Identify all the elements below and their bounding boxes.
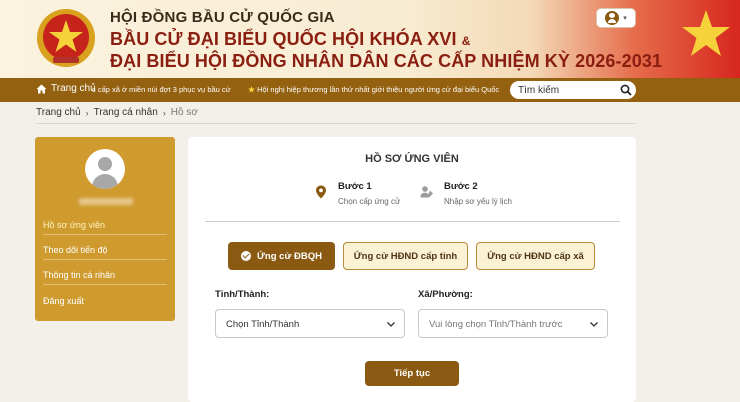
tab-commune-council[interactable]: Ứng cử HĐND cấp xã [476, 242, 595, 270]
step-1-subtitle: Chọn cấp ứng cử [338, 197, 401, 206]
province-select[interactable]: Chọn Tỉnh/Thành [215, 309, 405, 338]
user-icon [605, 11, 620, 25]
location-pin-icon [316, 185, 326, 199]
chevron-down-icon: ▾ [623, 15, 627, 22]
breadcrumb-separator: › [85, 107, 89, 118]
breadcrumb-profile[interactable]: Trang cá nhân [94, 107, 158, 118]
nav-home-link[interactable]: Trang chủ [36, 83, 96, 94]
tab-label: Ứng cử ĐBQH [257, 250, 322, 262]
avatar [85, 149, 125, 189]
divider [36, 123, 636, 124]
step-2-subtitle: Nhập sơ yếu lý lịch [444, 197, 512, 206]
ward-select-placeholder: Vui lòng chọn Tỉnh/Thành trước [429, 319, 563, 330]
breadcrumb-current: Hồ sơ [170, 107, 198, 118]
step-1: Bước 1 Chọn cấp ứng cử [314, 181, 400, 206]
nav-home-label: Trang chủ [51, 83, 96, 94]
tab-provincial-council[interactable]: Ứng cử HĐND cấp tỉnh [343, 242, 468, 270]
national-emblem-icon [37, 9, 95, 67]
blurred-user-name [79, 198, 133, 205]
step-2: Bước 2 Nhập sơ yếu lý lịch [420, 181, 512, 206]
main-nav: Trang chủ c cấp xã ở miền núi đợt 3 phục… [0, 78, 740, 102]
star-bullet-icon [248, 86, 255, 93]
sidebar-item-logout[interactable]: Đăng xuất [43, 292, 167, 311]
search-box [510, 81, 636, 99]
user-menu-button[interactable]: ▾ [596, 8, 636, 28]
step-1-title: Bước 1 [338, 181, 372, 192]
chevron-down-icon [590, 322, 598, 327]
user-edit-icon [420, 186, 433, 198]
ward-select[interactable]: Vui lòng chọn Tỉnh/Thành trước [418, 309, 608, 338]
search-input[interactable] [518, 83, 616, 97]
title-line-1: BẦU CỬ ĐẠI BIỂU QUỐC HỘI KHÓA XVI & [110, 29, 471, 49]
news-ticker-item[interactable]: c cấp xã ở miền núi đợt 3 phục vụ bầu cử [92, 85, 231, 94]
site-header: HỘI ĐỒNG BẦU CỬ QUỐC GIA BẦU CỬ ĐẠI BIỂU… [0, 0, 740, 78]
sidebar-item-progress[interactable]: Theo dõi tiến độ [43, 241, 167, 260]
continue-button[interactable]: Tiếp tục [365, 361, 459, 386]
chevron-down-icon [387, 322, 395, 327]
tab-national-assembly[interactable]: Ứng cử ĐBQH [228, 242, 335, 270]
province-label: Tỉnh/Thành: [215, 289, 270, 300]
province-select-value: Chọn Tỉnh/Thành [226, 319, 300, 330]
check-circle-icon [241, 251, 252, 261]
breadcrumb-home[interactable]: Trang chủ [36, 107, 81, 118]
tab-label: Ứng cử HĐND cấp xã [487, 250, 584, 262]
candidate-profile-card: HỒ SƠ ỨNG VIÊN Bước 1 Chọn cấp ứng cử Bư… [188, 137, 636, 402]
breadcrumb-separator: › [162, 107, 166, 118]
page-title: HỒ SƠ ỨNG VIÊN [365, 153, 459, 165]
breadcrumb: Trang chủ › Trang cá nhân › Hồ sơ [36, 107, 198, 118]
search-icon[interactable] [620, 84, 632, 96]
profile-sidebar: Hồ sơ ứng viên Theo dõi tiến độ Thông ti… [35, 137, 175, 321]
news-ticker-item[interactable]: Hội nghị hiệp thương lần thứ nhất giới t… [248, 85, 499, 94]
flag-star-icon [682, 10, 730, 56]
title-line-2: ĐẠI BIỂU HỘI ĐỒNG NHÂN DÂN CÁC CẤP NHIỆM… [110, 51, 663, 71]
divider [205, 221, 620, 222]
step-2-title: Bước 2 [444, 181, 478, 192]
sidebar-item-candidate-profile[interactable]: Hồ sơ ứng viên [43, 216, 167, 235]
tab-label: Ứng cử HĐND cấp tỉnh [353, 250, 458, 262]
home-icon [36, 84, 47, 93]
sidebar-item-personal-info[interactable]: Thông tin cá nhân [43, 266, 167, 285]
election-council-name: HỘI ĐỒNG BẦU CỬ QUỐC GIA [110, 9, 335, 26]
ward-label: Xã/Phường: [418, 289, 473, 300]
